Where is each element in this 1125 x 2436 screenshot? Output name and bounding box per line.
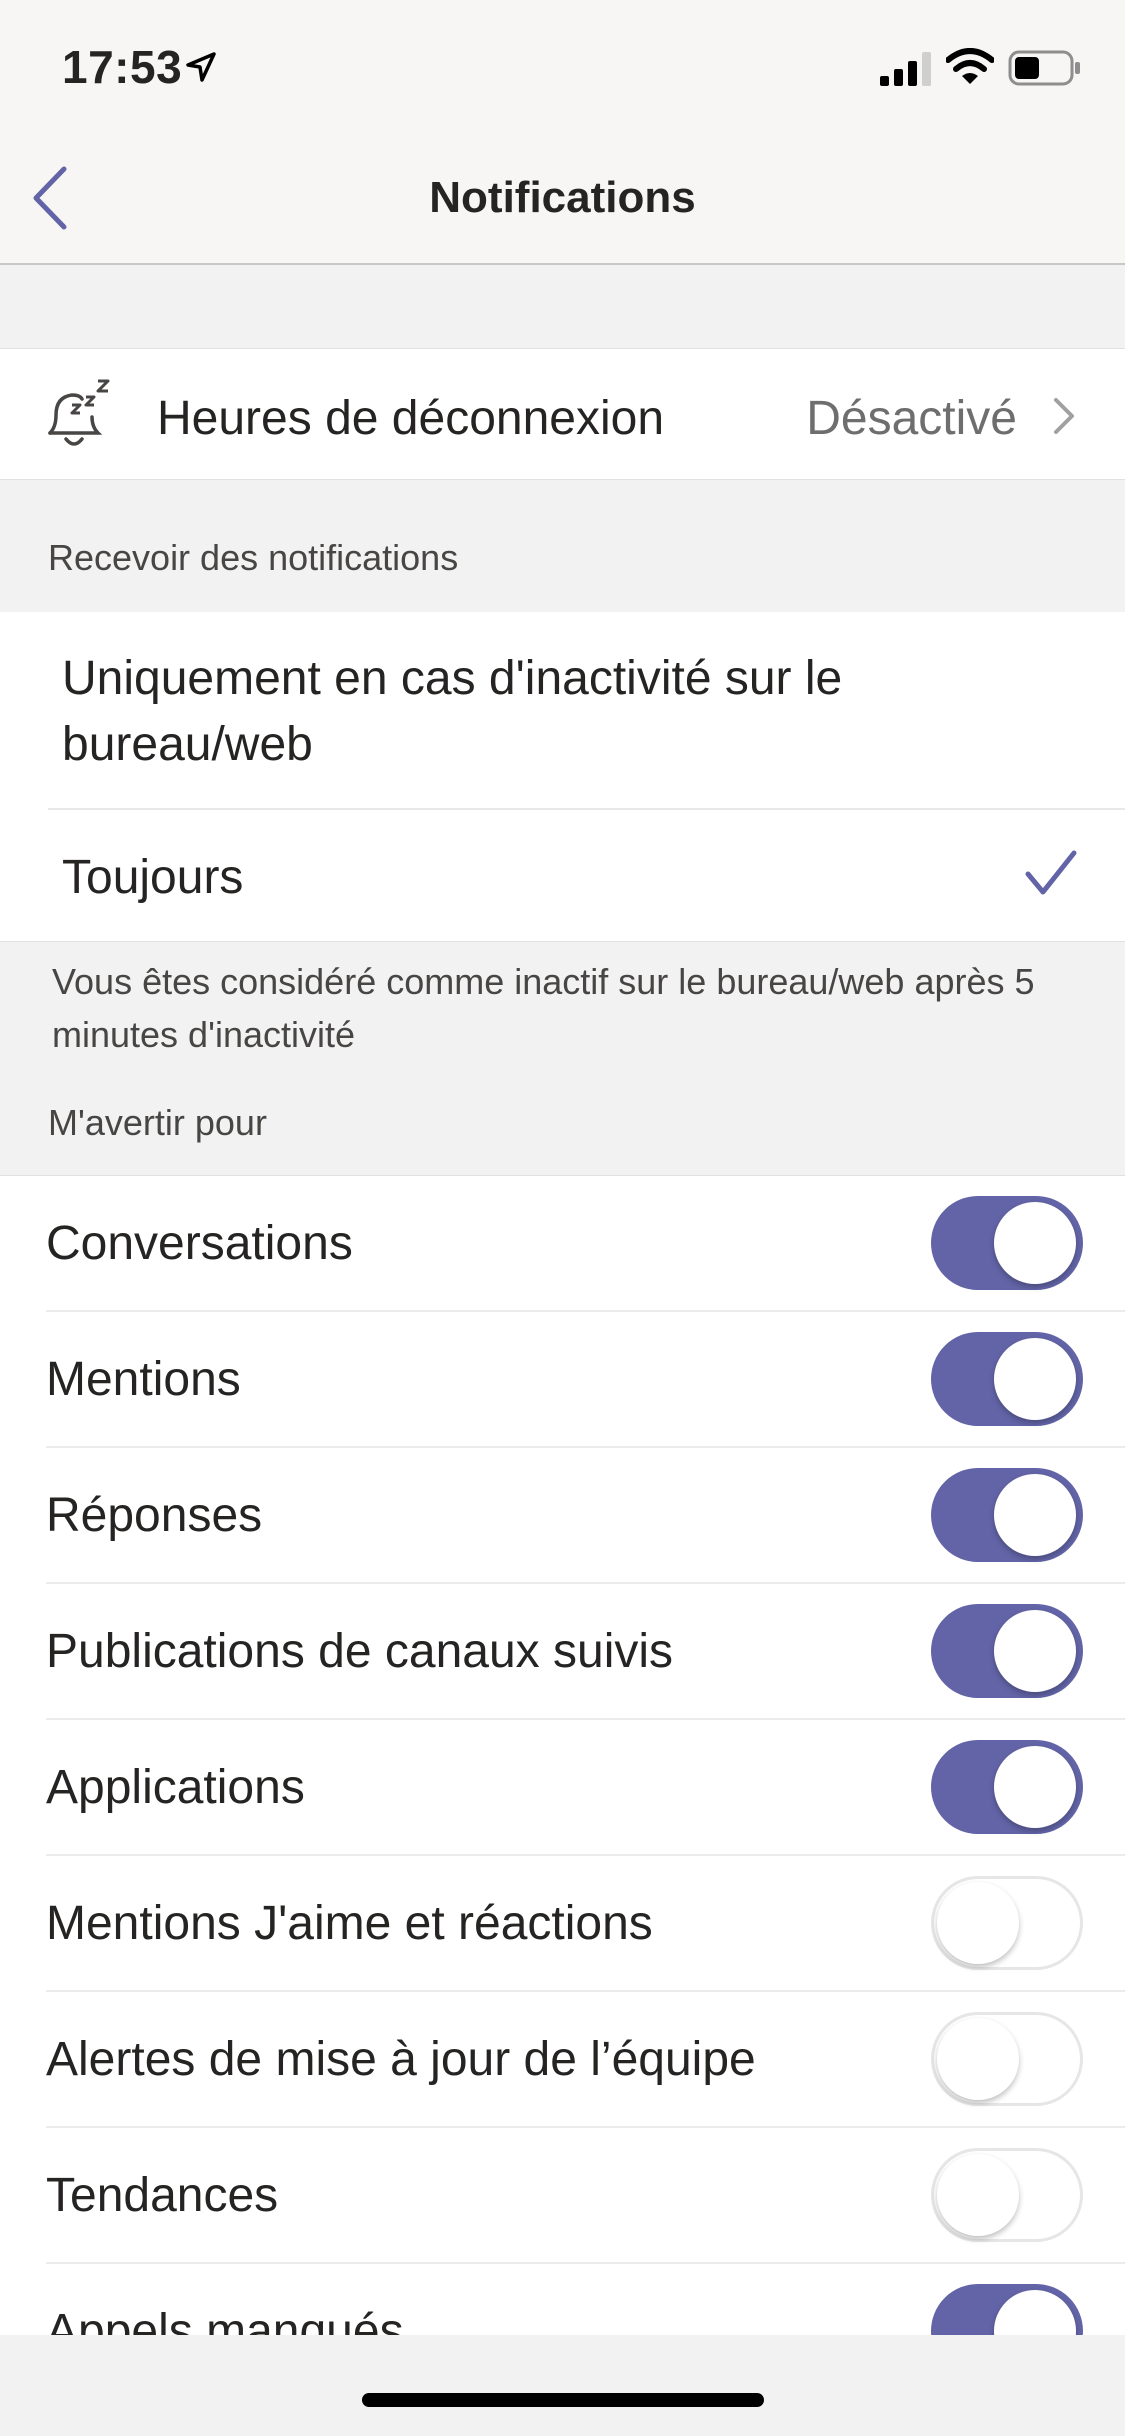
quiet-hours-label: Heures de déconnexion <box>157 392 665 445</box>
battery-icon <box>1008 50 1080 86</box>
chevron-right-icon <box>1054 398 1074 434</box>
option-label: Toujours <box>62 851 244 904</box>
toggle-row-team-updates: Alertes de mise à jour de l’équipe <box>0 1992 1125 2128</box>
toggle-label: Publications de canaux suivis <box>46 1625 674 1678</box>
option-label: Uniquement en cas d'inactivité sur le bu… <box>62 652 843 771</box>
missed-calls-switch[interactable] <box>931 2284 1083 2335</box>
option-when-inactive[interactable]: Uniquement en cas d'inactivité sur le bu… <box>0 612 1125 810</box>
toggle-row-conversations: Conversations <box>0 1176 1125 1312</box>
toggle-label: Mentions J'aime et réactions <box>46 1897 653 1950</box>
navigation-bar: Notifications <box>0 135 1125 265</box>
toggle-row-trending: Tendances <box>0 2128 1125 2264</box>
toggle-label: Conversations <box>46 1217 353 1270</box>
followed-channels-switch[interactable] <box>931 1604 1083 1698</box>
toggle-row-applications: Applications <box>0 1720 1125 1856</box>
option-always[interactable]: Toujours <box>0 810 1125 942</box>
cellular-signal-icon <box>880 52 931 86</box>
toggle-row-likes-reactions: Mentions J'aime et réactions <box>0 1856 1125 1992</box>
toggle-label: Applications <box>46 1761 305 1814</box>
snooze-bell-icon <box>48 379 110 446</box>
notify-for-header: M'avertir pour <box>48 1102 267 1143</box>
team-updates-switch[interactable] <box>931 2012 1083 2106</box>
page-title: Notifications <box>429 173 696 222</box>
toggle-label: Alertes de mise à jour de l’équipe <box>46 2033 756 2086</box>
checkmark-icon <box>1025 850 1077 895</box>
status-time: 17:53 <box>62 41 183 93</box>
receive-notifications-header: Recevoir des notifications <box>48 537 459 578</box>
inactivity-footnote: Vous êtes considéré comme inactif sur le… <box>52 961 1035 1055</box>
quiet-hours-value: Désactivé <box>806 392 1017 445</box>
toggle-label: Réponses <box>46 1489 263 1542</box>
wifi-icon <box>946 48 994 84</box>
likes-reactions-switch[interactable] <box>931 1876 1083 1970</box>
replies-switch[interactable] <box>931 1468 1083 1562</box>
home-indicator-area <box>0 2335 1125 2436</box>
toggle-label: Tendances <box>46 2169 279 2222</box>
mentions-switch[interactable] <box>931 1332 1083 1426</box>
toggle-label: Appels manqués <box>46 2305 404 2335</box>
location-arrow-icon <box>186 52 216 82</box>
status-bar: 17:53 <box>0 0 1125 135</box>
quiet-hours-row[interactable]: Heures de déconnexion Désactivé <box>0 348 1125 480</box>
toggle-label: Mentions <box>46 1353 241 1406</box>
trending-switch[interactable] <box>931 2148 1083 2242</box>
conversations-switch[interactable] <box>931 1196 1083 1290</box>
toggle-row-replies: Réponses <box>0 1448 1125 1584</box>
toggle-row-mentions: Mentions <box>0 1312 1125 1448</box>
notification-toggles-list: Conversations Mentions Réponses Publicat… <box>0 1175 1125 2335</box>
home-indicator[interactable] <box>362 2393 764 2407</box>
toggle-row-missed-calls: Appels manqués <box>0 2264 1125 2335</box>
applications-switch[interactable] <box>931 1740 1083 1834</box>
toggle-row-followed-channels: Publications de canaux suivis <box>0 1584 1125 1720</box>
